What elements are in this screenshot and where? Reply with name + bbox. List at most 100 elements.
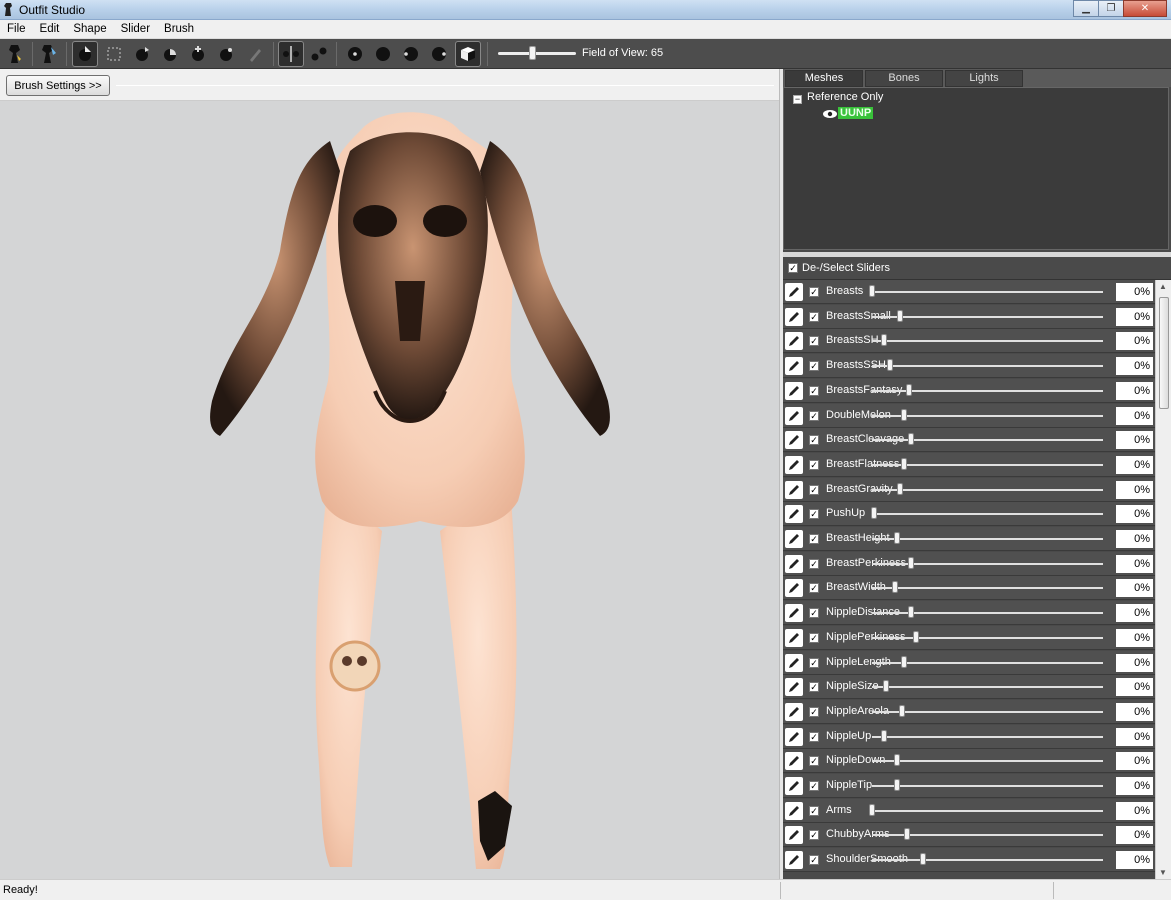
slider-track[interactable] bbox=[872, 686, 1103, 689]
slider-thumb[interactable] bbox=[901, 655, 907, 668]
slider-value-field[interactable]: 0% bbox=[1116, 554, 1153, 573]
edit-slider-button[interactable] bbox=[785, 826, 803, 845]
slider-value-field[interactable]: 0% bbox=[1116, 455, 1153, 474]
slider-thumb[interactable] bbox=[881, 729, 887, 742]
close-button[interactable]: ✕ bbox=[1123, 0, 1167, 17]
scroll-down-icon[interactable]: ▼ bbox=[1159, 868, 1167, 877]
slider-checkbox[interactable]: ✓ bbox=[809, 509, 819, 520]
mask-brush-button[interactable] bbox=[36, 41, 62, 67]
slider-value-field[interactable]: 0% bbox=[1116, 530, 1153, 548]
slider-checkbox[interactable]: ✓ bbox=[809, 855, 819, 866]
slider-value-field[interactable]: 0% bbox=[1116, 332, 1153, 351]
edit-slider-button[interactable] bbox=[785, 381, 803, 400]
edit-slider-button[interactable] bbox=[785, 678, 803, 697]
slider-track[interactable] bbox=[872, 538, 1103, 540]
fov-slider-track[interactable] bbox=[498, 52, 576, 55]
slider-thumb[interactable] bbox=[881, 334, 887, 347]
slider-value-field[interactable]: 0% bbox=[1116, 480, 1153, 499]
menu-file[interactable]: File bbox=[0, 23, 33, 35]
slider-thumb[interactable] bbox=[871, 507, 877, 520]
slider-thumb[interactable] bbox=[897, 482, 903, 495]
slider-checkbox[interactable]: ✓ bbox=[809, 781, 819, 791]
maximize-button[interactable]: ❐ bbox=[1098, 0, 1124, 17]
slider-checkbox[interactable]: ✓ bbox=[809, 484, 819, 495]
view-back-button[interactable] bbox=[370, 41, 396, 67]
collapse-icon[interactable]: − bbox=[793, 95, 802, 104]
menu-shape[interactable]: Shape bbox=[66, 23, 113, 35]
edit-slider-button[interactable] bbox=[785, 801, 803, 820]
slider-checkbox[interactable]: ✓ bbox=[809, 311, 819, 322]
edit-slider-button[interactable] bbox=[785, 628, 803, 647]
slider-checkbox[interactable]: ✓ bbox=[809, 608, 819, 619]
menu-slider[interactable]: Slider bbox=[114, 23, 157, 35]
slider-thumb[interactable] bbox=[906, 383, 912, 396]
slider-thumb[interactable] bbox=[913, 630, 919, 643]
slider-track[interactable] bbox=[872, 785, 1103, 787]
slider-thumb[interactable] bbox=[892, 581, 898, 594]
slider-checkbox[interactable]: ✓ bbox=[809, 805, 819, 816]
slider-checkbox[interactable]: ✓ bbox=[809, 830, 819, 841]
slider-value-field[interactable]: 0% bbox=[1116, 752, 1153, 771]
fov-slider-thumb[interactable] bbox=[529, 46, 536, 60]
slider-track[interactable] bbox=[872, 710, 1103, 713]
edit-slider-button[interactable] bbox=[785, 653, 803, 672]
slider-value-field[interactable]: 0% bbox=[1116, 653, 1153, 672]
slider-thumb[interactable] bbox=[901, 408, 907, 421]
slider-thumb[interactable] bbox=[901, 457, 907, 470]
slider-value-field[interactable]: 0% bbox=[1116, 801, 1153, 820]
slider-checkbox[interactable]: ✓ bbox=[809, 682, 819, 693]
slider-thumb[interactable] bbox=[887, 359, 893, 372]
slider-track[interactable] bbox=[872, 513, 1103, 516]
slider-value-field[interactable]: 0% bbox=[1116, 702, 1153, 721]
edit-slider-button[interactable] bbox=[785, 332, 803, 351]
slider-track[interactable] bbox=[872, 809, 1103, 812]
tab-meshes[interactable]: Meshes bbox=[785, 70, 863, 87]
slider-checkbox[interactable]: ✓ bbox=[809, 706, 819, 717]
slider-track[interactable] bbox=[872, 562, 1103, 565]
slider-checkbox[interactable]: ✓ bbox=[809, 410, 819, 421]
smooth-brush-button[interactable] bbox=[185, 41, 211, 67]
slider-value-field[interactable]: 0% bbox=[1116, 851, 1153, 870]
3d-viewport[interactable] bbox=[0, 101, 779, 879]
slider-thumb[interactable] bbox=[908, 433, 914, 446]
select-all-sliders-checkbox[interactable]: ✓ bbox=[788, 263, 798, 273]
slider-checkbox[interactable]: ✓ bbox=[809, 731, 819, 742]
slider-thumb[interactable] bbox=[904, 828, 910, 841]
slider-value-field[interactable]: 0% bbox=[1116, 307, 1153, 326]
edit-slider-button[interactable] bbox=[785, 480, 803, 499]
slider-checkbox[interactable]: ✓ bbox=[809, 336, 819, 347]
slider-thumb[interactable] bbox=[899, 704, 905, 717]
slider-checkbox[interactable]: ✓ bbox=[809, 287, 819, 297]
slider-checkbox[interactable]: ✓ bbox=[809, 361, 819, 372]
slider-scrollbar[interactable]: ▲ ▼ bbox=[1155, 280, 1171, 879]
edit-slider-button[interactable] bbox=[785, 579, 803, 598]
edit-slider-button[interactable] bbox=[785, 604, 803, 623]
tab-lights[interactable]: Lights bbox=[945, 70, 1023, 87]
slider-checkbox[interactable]: ✓ bbox=[809, 435, 819, 446]
slider-track[interactable] bbox=[872, 315, 1103, 318]
slider-value-field[interactable]: 0% bbox=[1116, 381, 1153, 400]
edit-slider-button[interactable] bbox=[785, 431, 803, 450]
slider-value-field[interactable]: 0% bbox=[1116, 431, 1153, 450]
slider-thumb[interactable] bbox=[869, 285, 875, 297]
slider-thumb[interactable] bbox=[897, 309, 903, 322]
mask-select-button[interactable] bbox=[101, 41, 127, 67]
slider-thumb[interactable] bbox=[869, 803, 875, 816]
slider-value-field[interactable]: 0% bbox=[1116, 604, 1153, 623]
view-right-button[interactable] bbox=[426, 41, 452, 67]
edit-slider-button[interactable] bbox=[785, 406, 803, 425]
slider-checkbox[interactable]: ✓ bbox=[809, 583, 819, 594]
edit-slider-button[interactable] bbox=[785, 455, 803, 474]
edit-slider-button[interactable] bbox=[785, 283, 803, 301]
scroll-up-icon[interactable]: ▲ bbox=[1159, 282, 1167, 291]
slider-checkbox[interactable]: ✓ bbox=[809, 558, 819, 569]
edit-slider-button[interactable] bbox=[785, 505, 803, 524]
slider-track[interactable] bbox=[872, 587, 1103, 590]
slider-track[interactable] bbox=[872, 439, 1103, 442]
slider-thumb[interactable] bbox=[920, 853, 926, 866]
connected-button[interactable] bbox=[306, 41, 332, 67]
slider-value-field[interactable]: 0% bbox=[1116, 283, 1153, 301]
edit-slider-button[interactable] bbox=[785, 554, 803, 573]
edit-slider-button[interactable] bbox=[785, 851, 803, 870]
slider-checkbox[interactable]: ✓ bbox=[809, 459, 819, 470]
